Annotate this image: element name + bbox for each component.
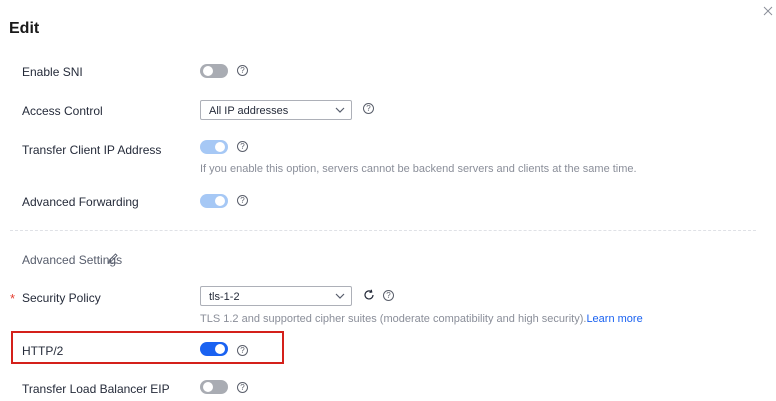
security-policy-value: tls-1-2 bbox=[209, 291, 240, 303]
help-icon[interactable]: ? bbox=[237, 65, 248, 76]
access-control-value: All IP addresses bbox=[209, 105, 289, 117]
edit-icon[interactable] bbox=[107, 252, 119, 264]
advanced-forwarding-label: Advanced Forwarding bbox=[22, 195, 139, 209]
help-icon[interactable]: ? bbox=[237, 195, 248, 206]
toggle-knob bbox=[203, 382, 213, 392]
help-icon[interactable]: ? bbox=[237, 345, 248, 356]
chevron-down-icon bbox=[335, 293, 345, 299]
help-icon[interactable]: ? bbox=[237, 141, 248, 152]
access-control-label: Access Control bbox=[22, 104, 103, 118]
section-divider bbox=[10, 230, 756, 231]
help-icon[interactable]: ? bbox=[363, 103, 374, 114]
toggle-knob bbox=[215, 142, 225, 152]
refresh-icon[interactable] bbox=[363, 289, 375, 301]
advanced-forwarding-toggle[interactable] bbox=[200, 194, 228, 208]
http2-label: HTTP/2 bbox=[22, 344, 64, 358]
security-policy-label: Security Policy bbox=[22, 291, 101, 305]
dialog-title: Edit bbox=[9, 20, 40, 37]
help-icon[interactable]: ? bbox=[383, 290, 394, 301]
required-mark: * bbox=[10, 291, 16, 306]
transfer-client-ip-label: Transfer Client IP Address bbox=[22, 143, 162, 157]
toggle-knob bbox=[215, 344, 225, 354]
learn-more-link[interactable]: Learn more bbox=[586, 313, 642, 325]
toggle-knob bbox=[215, 196, 225, 206]
security-policy-hint-text: TLS 1.2 and supported cipher suites (mod… bbox=[200, 313, 587, 325]
toggle-knob bbox=[203, 66, 213, 76]
security-policy-hint: TLS 1.2 and supported cipher suites (mod… bbox=[200, 313, 643, 325]
help-icon[interactable]: ? bbox=[237, 382, 248, 393]
transfer-eip-label: Transfer Load Balancer EIP bbox=[22, 382, 170, 396]
enable-sni-label: Enable SNI bbox=[22, 65, 83, 79]
access-control-select[interactable]: All IP addresses bbox=[200, 100, 352, 120]
enable-sni-toggle[interactable] bbox=[200, 64, 228, 78]
close-icon[interactable] bbox=[762, 5, 774, 17]
transfer-client-ip-hint: If you enable this option, servers canno… bbox=[200, 163, 637, 175]
transfer-client-ip-toggle[interactable] bbox=[200, 140, 228, 154]
transfer-eip-toggle[interactable] bbox=[200, 380, 228, 394]
security-policy-select[interactable]: tls-1-2 bbox=[200, 286, 352, 306]
chevron-down-icon bbox=[335, 107, 345, 113]
http2-toggle[interactable] bbox=[200, 342, 228, 356]
